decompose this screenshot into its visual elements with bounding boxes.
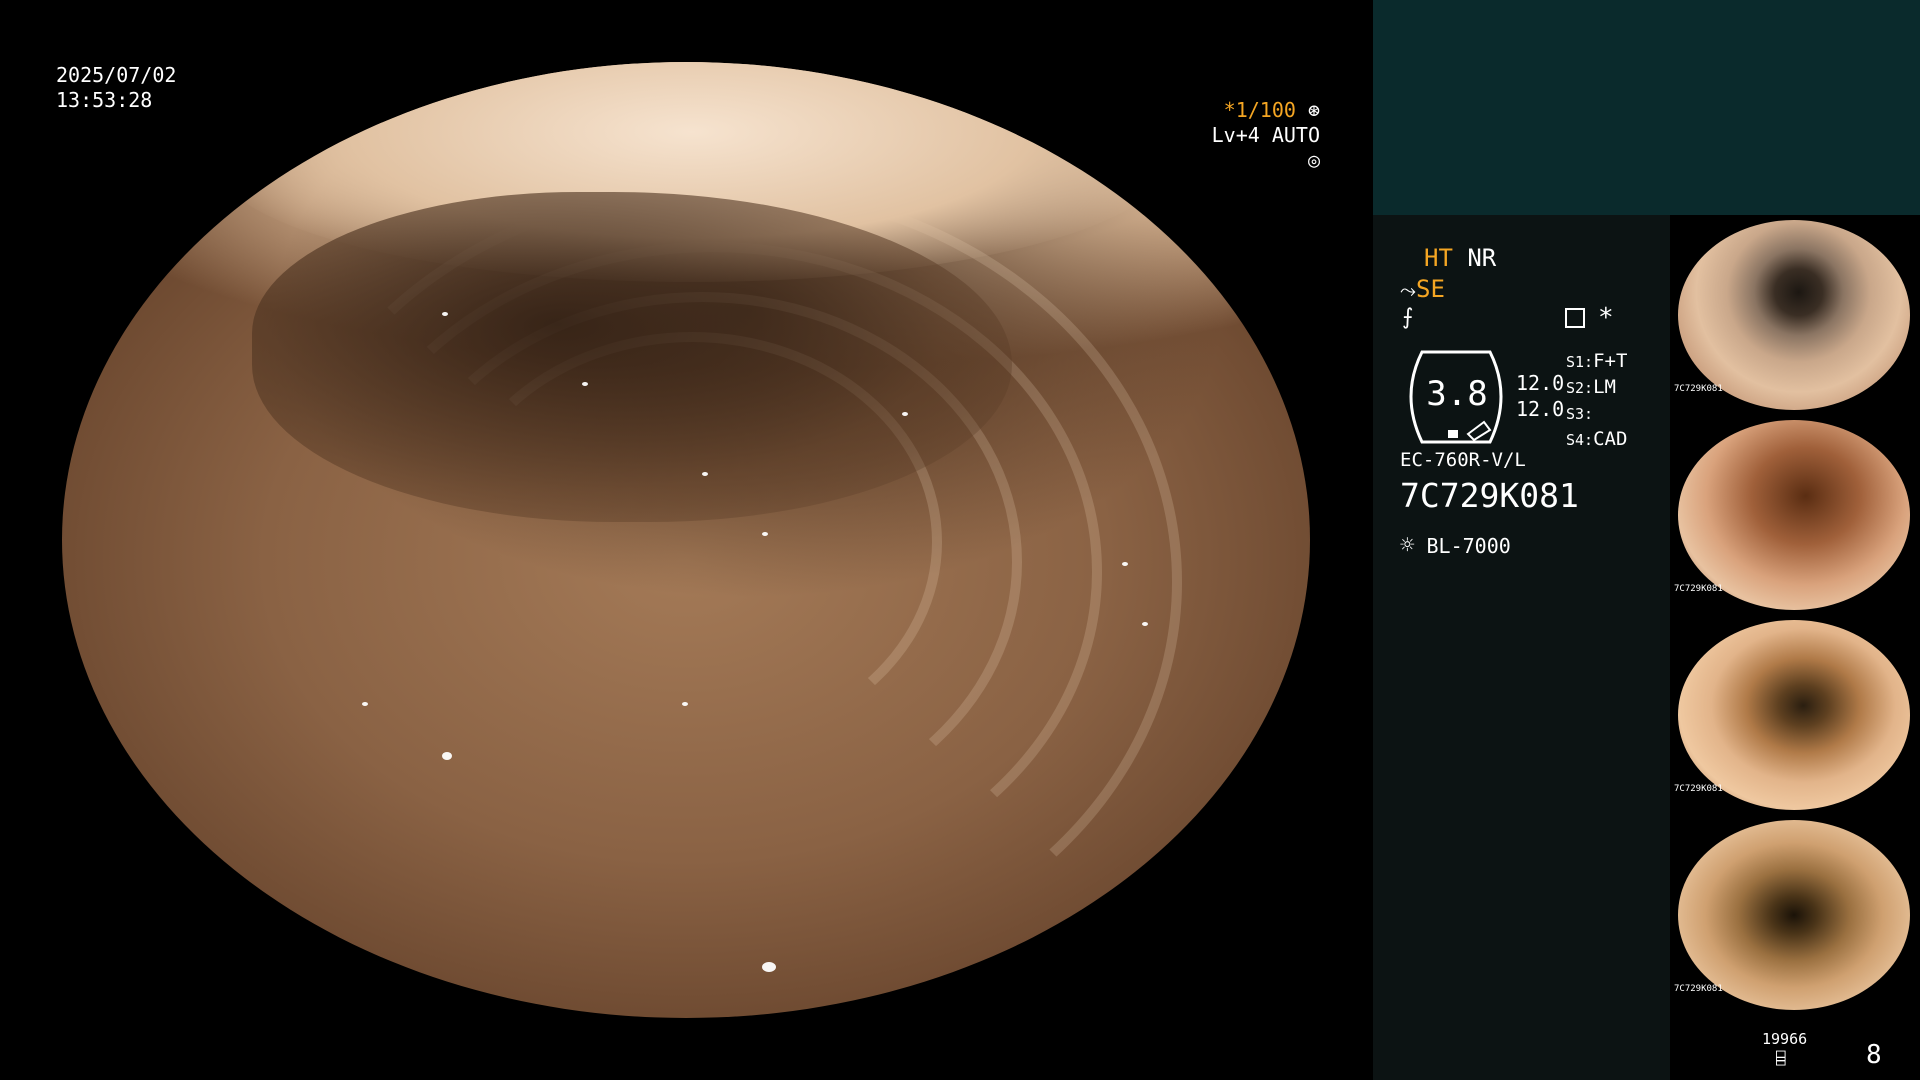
scope-model: EC-760R-V/L <box>1400 449 1526 471</box>
ht-mode: HT <box>1424 244 1453 272</box>
date-time: 2025/07/02 13:53:28 <box>56 63 176 113</box>
endoscope-image <box>62 62 1310 1018</box>
s1-label: S1: <box>1566 353 1594 371</box>
auto-iris-icon: ◎ <box>1307 148 1320 172</box>
thumbnail-tag: 7C729K081 <box>1674 984 1723 994</box>
zoom-value: 3.8 <box>1426 374 1488 414</box>
time-label: 13:53:28 <box>56 88 153 112</box>
s2-label: S2: <box>1566 379 1594 397</box>
info-panel-header <box>1373 0 1920 215</box>
specular-highlight <box>762 962 776 972</box>
scope-serial: 7C729K081 <box>1400 476 1579 515</box>
frame-mask-bottom <box>0 1018 1372 1080</box>
storage-icon: ⌸ <box>1776 1049 1786 1068</box>
shutter-icon: ⊛ <box>1307 98 1320 122</box>
capture-thumbnails: 7C729K081 7C729K081 7C729K081 7C729K081 <box>1670 215 1920 1080</box>
light-icon: ☼ <box>1400 531 1415 559</box>
thumbnail-2[interactable]: 7C729K081 <box>1670 418 1920 613</box>
exposure-info: *1/100 ⊛ Lv+4 AUTO ◎ <box>1190 98 1320 173</box>
capture-count: 8 <box>1866 1040 1882 1070</box>
light-source-row: ☼ BL-7000 <box>1400 531 1511 559</box>
specular-highlight <box>362 702 368 706</box>
param-value-1: 12.0 <box>1516 371 1565 395</box>
date-label: 2025/07/02 <box>56 63 177 87</box>
star-indicator: * <box>1598 303 1614 333</box>
parameter-values: 12.0 12.0 <box>1516 370 1564 422</box>
thumbnail-1[interactable]: 7C729K081 <box>1670 218 1920 413</box>
specular-highlight <box>442 312 448 316</box>
specular-highlight <box>682 702 688 706</box>
se-row: ⤳SE <box>1400 274 1445 305</box>
settings-panel <box>1373 215 1670 1080</box>
thumbnail-tag: 7C729K081 <box>1674 584 1723 594</box>
thumbnail-4[interactable]: 7C729K081 <box>1670 818 1920 1013</box>
image-mode-row: HT NR <box>1424 243 1496 273</box>
s4-value: CAD <box>1593 428 1628 450</box>
specular-highlight <box>442 752 452 760</box>
thumbnail-tag: 7C729K081 <box>1674 384 1723 394</box>
specular-highlight <box>1142 622 1148 626</box>
light-source: BL-7000 <box>1426 534 1511 558</box>
thumbnail-3[interactable]: 7C729K081 <box>1670 618 1920 813</box>
s3-label: S3: <box>1566 405 1594 423</box>
frame-mask-top <box>0 0 1372 62</box>
specular-highlight <box>1122 562 1128 566</box>
param-value-2: 12.0 <box>1516 397 1565 421</box>
color-tone-icon: ⨍ <box>1402 305 1414 330</box>
switch-assignments: S1:F+T S2:LM S3: S4:CAD <box>1566 349 1627 453</box>
brightness-level: Lv+4 AUTO <box>1211 123 1320 147</box>
s4-label: S4: <box>1566 431 1594 449</box>
specular-highlight <box>582 382 588 386</box>
s1-value: F+T <box>1593 350 1628 372</box>
storage-count: 19966 <box>1762 1030 1808 1048</box>
nr-mode: NR <box>1467 244 1497 272</box>
thumbnail-tag: 7C729K081 <box>1674 784 1723 794</box>
endoscope-view <box>0 0 1372 1080</box>
enhance-icon: ⤳ <box>1400 278 1416 302</box>
specular-highlight <box>902 412 908 416</box>
menu-settings-icon <box>1565 308 1585 328</box>
shutter-speed: *1/100 <box>1223 98 1296 122</box>
specular-highlight <box>762 532 768 536</box>
se-mode: SE <box>1416 275 1445 303</box>
specular-highlight <box>702 472 708 476</box>
s2-value: LM <box>1593 376 1616 398</box>
